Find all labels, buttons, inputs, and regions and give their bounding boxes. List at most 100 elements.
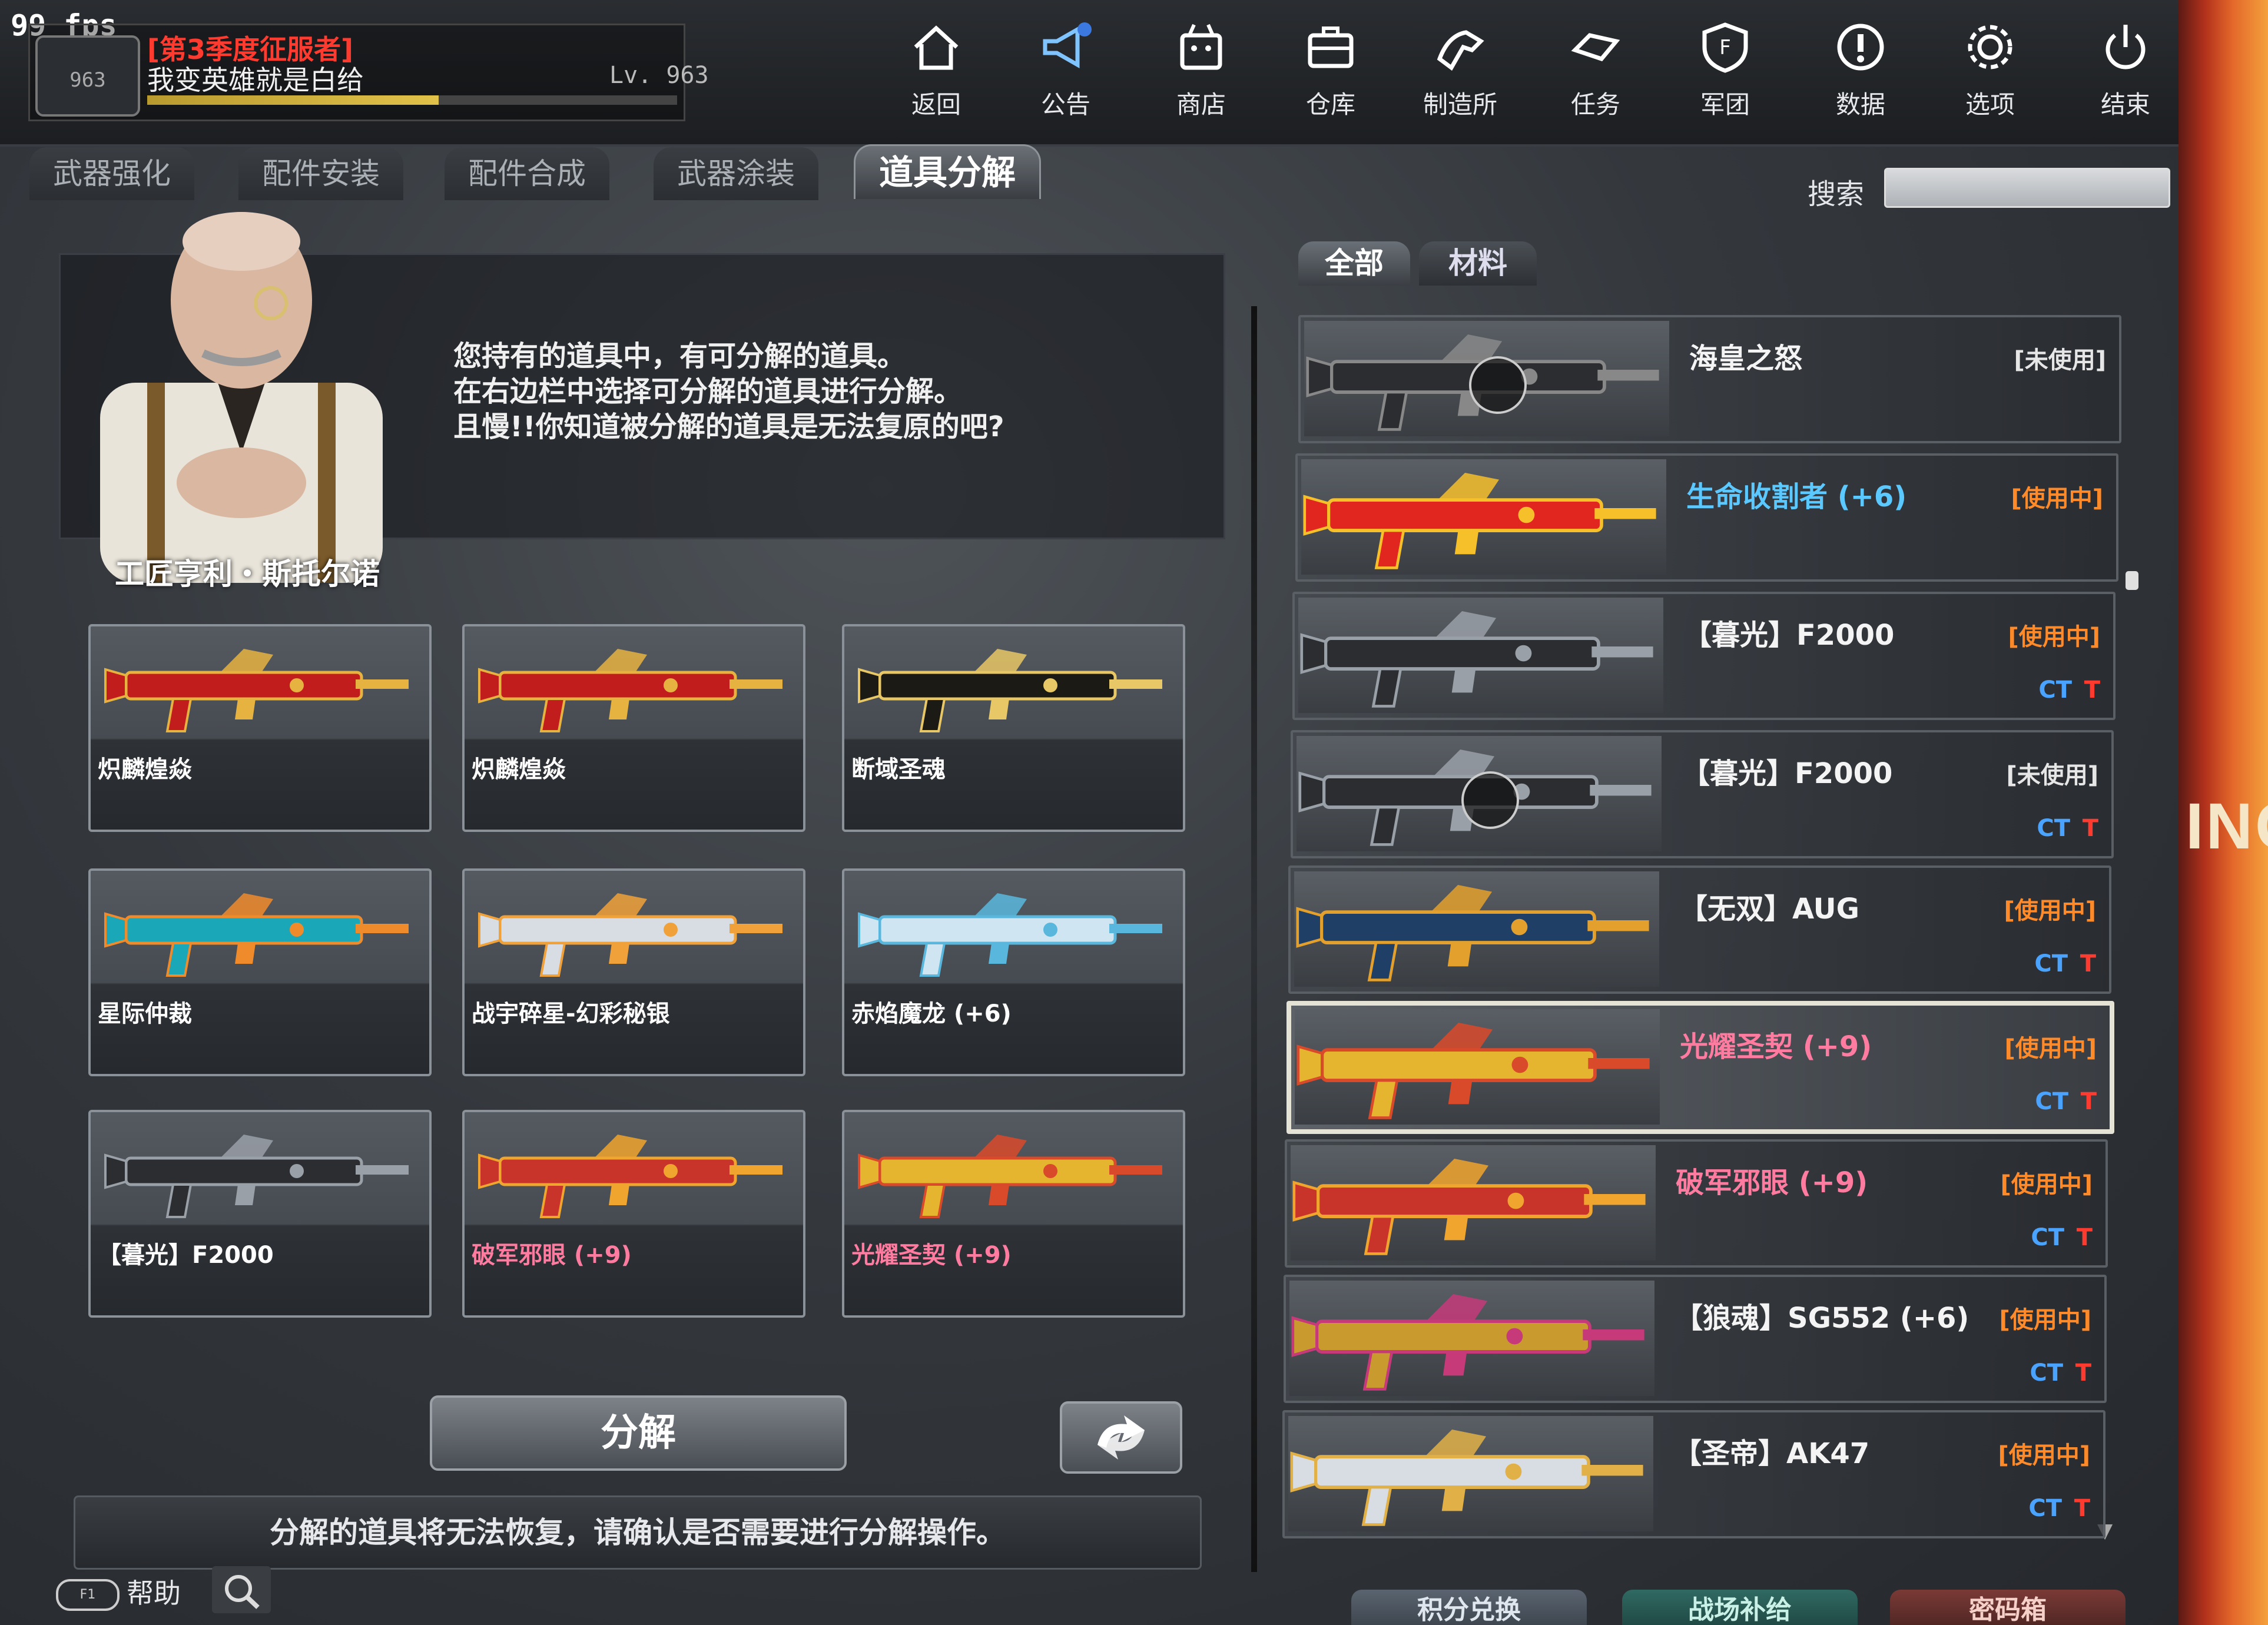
weapon-image: [1296, 885, 1649, 981]
t-team-tag: T: [2080, 950, 2096, 977]
nav-item-mission[interactable]: 任务: [1549, 18, 1643, 130]
decompose-slot[interactable]: 断域圣魂: [842, 624, 1185, 832]
nav-item-gear[interactable]: 选项: [1943, 18, 2037, 130]
inventory-item-thumbnail: [1289, 1281, 1654, 1396]
inventory-item[interactable]: 【圣帝】AK47 [使用中] CT T: [1282, 1410, 2105, 1538]
decompose-slot[interactable]: 星际仲裁: [88, 868, 432, 1076]
t-team-tag: T: [2080, 1088, 2097, 1115]
inventory-item[interactable]: 【暮光】F2000 [使用中] CT T: [1292, 592, 2116, 720]
inventory-item-name: 生命收割者 (+6): [1686, 480, 1907, 513]
decompose-button[interactable]: 分解: [430, 1395, 847, 1471]
inventory-item[interactable]: 【暮光】F2000 [未使用] CT T: [1291, 730, 2114, 858]
nav-item-label: 选项: [1965, 90, 2015, 119]
slot-label: 断域圣魂: [851, 756, 946, 783]
t-team-tag: T: [2076, 1224, 2093, 1251]
help-key-icon[interactable]: F1: [56, 1579, 120, 1611]
tab-weapon-enhance[interactable]: 武器强化: [29, 147, 194, 200]
inventory-item[interactable]: 【无双】AUG [使用中] CT T: [1288, 865, 2111, 994]
nav-item-shield[interactable]: F 军团: [1678, 18, 1772, 130]
panel-divider: [1251, 306, 1257, 1572]
decompose-slot[interactable]: 炽麟煌焱: [88, 624, 432, 832]
nav-item-label: 商店: [1176, 90, 1226, 119]
search-label: 搜索: [1808, 178, 1865, 211]
scrollbar-thumb[interactable]: [2126, 571, 2138, 590]
inventory-item[interactable]: 【狼魂】SG552 (+6) [使用中] CT T: [1284, 1275, 2107, 1403]
npc-portrait: [100, 212, 383, 583]
xp-bar: [147, 95, 677, 105]
slot-label: 星际仲裁: [98, 1000, 192, 1027]
ct-team-tag: CT: [2037, 815, 2070, 842]
tab-weapon-paint[interactable]: 武器涂装: [654, 147, 818, 200]
search-input[interactable]: [1884, 168, 2170, 208]
nav-item-shop[interactable]: 商店: [1154, 18, 1248, 130]
weapon-image: [478, 1135, 782, 1218]
ct-team-tag: CT: [2035, 1088, 2068, 1115]
decompose-slot[interactable]: 【暮光】F2000: [88, 1110, 432, 1318]
inventory-item-status: [使用中]: [2004, 897, 2096, 924]
lock-icon: [1469, 356, 1527, 414]
magnifier-icon: [225, 1575, 260, 1609]
nav-item-label: 任务: [1570, 90, 1620, 119]
filter-tab-materials[interactable]: 材料: [1419, 241, 1537, 286]
xp-bar-fill: [147, 95, 439, 105]
tab-item-decompose[interactable]: 道具分解: [854, 144, 1042, 199]
tab-accessory-synthesis[interactable]: 配件合成: [445, 147, 609, 200]
briefcase-icon: [1308, 26, 1354, 68]
points-exchange-button[interactable]: 积分兑换: [1351, 1590, 1587, 1625]
ct-team-tag: CT: [2031, 1224, 2064, 1251]
zoom-button[interactable]: [212, 1566, 271, 1613]
nav-item-label: 数据: [1835, 90, 1885, 119]
decompose-slot[interactable]: 破军邪眼 (+9): [462, 1110, 805, 1318]
nav-item-briefcase[interactable]: 仓库: [1284, 18, 1378, 130]
inventory-item-thumbnail: [1294, 871, 1659, 987]
inventory-item[interactable]: 光耀圣契 (+9) [使用中] CT T: [1286, 1001, 2114, 1134]
decompose-slot[interactable]: 赤焰魔龙 (+6): [842, 868, 1185, 1076]
nav-item-crafting[interactable]: 制造所: [1413, 18, 1507, 130]
inventory-item-status: [使用中]: [1999, 1306, 2091, 1334]
decompose-slot[interactable]: 战宇碎星-幻彩秘银: [462, 868, 805, 1076]
weapon-image: [478, 893, 782, 977]
help-label[interactable]: 帮助: [127, 1572, 181, 1611]
nav-item-home[interactable]: 返回: [889, 18, 983, 130]
nav-item-megaphone[interactable]: 公告: [1019, 18, 1113, 130]
shop-icon: [1180, 24, 1222, 70]
password-box-button[interactable]: 密码箱: [1890, 1590, 2126, 1625]
nav-item-power[interactable]: 结束: [2078, 18, 2173, 130]
inventory-item[interactable]: 海皇之怒 [未使用]: [1298, 315, 2121, 443]
decompose-warning: 分解的道具将无法恢复，请确认是否需要进行分解操作。: [74, 1495, 1202, 1570]
weapon-image: [1290, 1430, 1643, 1526]
inventory-item-status: [未使用]: [2006, 762, 2098, 789]
t-team-tag: T: [2075, 1359, 2091, 1387]
home-icon: [914, 25, 959, 70]
weapon-image: [1291, 1294, 1644, 1391]
background-edge-text: INC: [2186, 790, 2268, 863]
slot-label: 光耀圣契 (+9): [851, 1242, 1012, 1269]
inventory-item-name: 【暮光】F2000: [1683, 619, 1895, 652]
refresh-button[interactable]: [1060, 1401, 1182, 1474]
weapon-image: [1292, 1159, 1646, 1255]
decompose-slot[interactable]: 炽麟煌焱: [462, 624, 805, 832]
npc-name: 工匠亨利・斯托尔诺: [115, 557, 380, 591]
decompose-slot[interactable]: 光耀圣契 (+9): [842, 1110, 1185, 1318]
inventory-item-name: 【圣帝】AK47: [1673, 1437, 1870, 1470]
inventory-item-name: 【暮光】F2000: [1682, 757, 1893, 790]
weapon-image: [104, 893, 409, 977]
weapon-image: [858, 893, 1162, 977]
slot-label: 赤焰魔龙 (+6): [851, 1000, 1012, 1027]
nav-item-info[interactable]: 数据: [1813, 18, 1908, 130]
inventory-item-name: 【无双】AUG: [1679, 893, 1860, 926]
nav-item-label: 制造所: [1423, 90, 1497, 119]
battle-supply-button[interactable]: 战场补给: [1622, 1590, 1858, 1625]
inventory-item-thumbnail: [1291, 1145, 1656, 1261]
mission-icon: [1571, 33, 1620, 62]
inventory-item[interactable]: 破军邪眼 (+9) [使用中] CT T: [1285, 1139, 2108, 1268]
weapon-image: [478, 649, 782, 732]
filter-tab-all[interactable]: 全部: [1298, 241, 1410, 286]
inventory-item[interactable]: 生命收割者 (+6) [使用中]: [1295, 453, 2118, 582]
t-team-tag: T: [2074, 1495, 2090, 1522]
crafting-icon: [1437, 30, 1484, 71]
weapon-image: [1303, 473, 1656, 569]
inventory-item-status: [使用中]: [1998, 1442, 2090, 1469]
refresh-icon: [1097, 1415, 1145, 1460]
tab-accessory-install[interactable]: 配件安装: [238, 147, 403, 200]
